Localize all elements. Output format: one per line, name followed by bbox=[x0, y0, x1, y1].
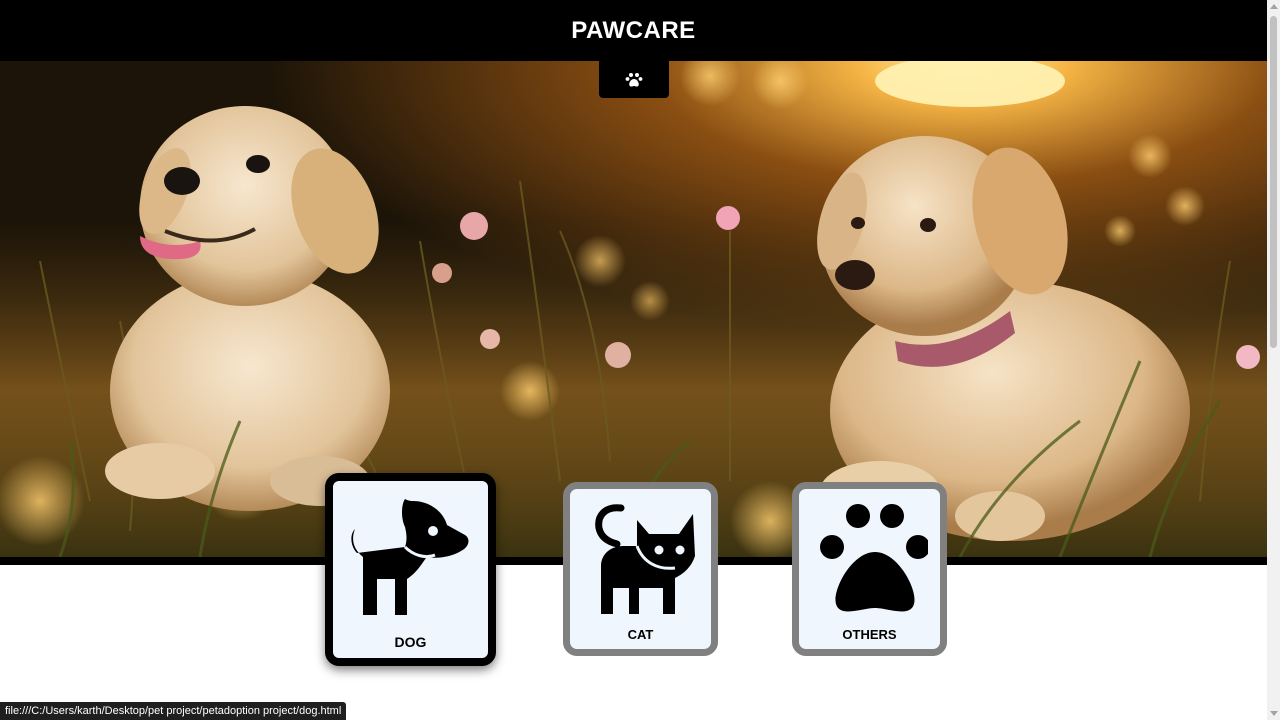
category-label-others: OTHERS bbox=[842, 627, 897, 642]
scroll-down-arrow-icon[interactable] bbox=[1270, 711, 1278, 716]
page: PAWCARE DOG CAT OTHERS file:///C:/Users/… bbox=[0, 0, 1280, 720]
scroll-up-arrow-icon[interactable] bbox=[1270, 4, 1278, 9]
scroll-thumb[interactable] bbox=[1270, 16, 1277, 348]
category-card-dog[interactable]: DOG bbox=[325, 473, 496, 666]
category-label-dog: DOG bbox=[394, 634, 427, 650]
paw-icon bbox=[625, 72, 643, 87]
dog-icon bbox=[351, 499, 469, 615]
category-label-cat: CAT bbox=[627, 627, 654, 642]
category-card-others[interactable]: OTHERS bbox=[792, 482, 947, 656]
vertical-scrollbar[interactable] bbox=[1267, 0, 1280, 720]
paw-nav-tab[interactable] bbox=[599, 61, 669, 98]
site-header: PAWCARE bbox=[0, 0, 1267, 61]
cat-icon bbox=[595, 504, 695, 614]
paw-print-icon bbox=[820, 504, 928, 612]
status-bar-url: file:///C:/Users/karth/Desktop/pet proje… bbox=[0, 702, 347, 720]
site-title: PAWCARE bbox=[571, 16, 696, 44]
category-card-cat[interactable]: CAT bbox=[563, 482, 718, 656]
